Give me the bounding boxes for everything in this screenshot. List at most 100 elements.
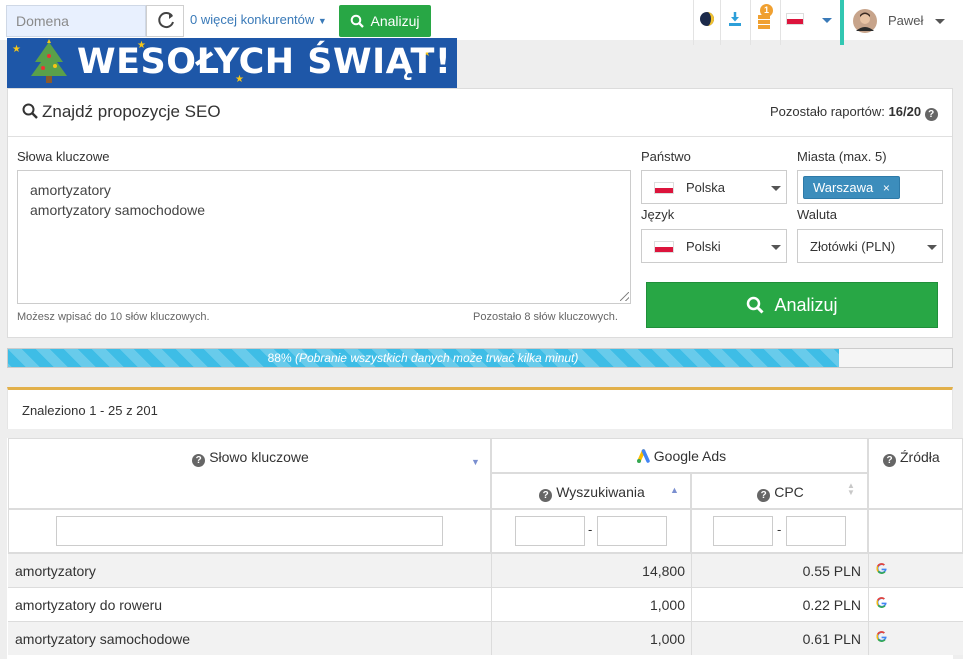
city-tag-label: Warszawa [813,180,874,195]
search-icon [747,296,765,314]
divider [693,0,694,45]
help-icon[interactable]: ? [883,454,896,467]
cpc-min-input[interactable] [713,516,773,546]
google-ads-header: Google Ads [491,438,868,473]
panel-title: Znajdź propozycje SEO [42,102,221,121]
search-icon [22,103,38,122]
google-ads-header-text: Google Ads [492,448,869,464]
caret-down-icon [822,18,832,23]
domain-input[interactable]: Domena [6,5,146,37]
keywords-remaining: Pozostało 8 słów kluczowych. [473,311,618,323]
refresh-button[interactable] [146,5,184,37]
remaining-label: Pozostało raportów: [770,104,885,119]
remaining-reports: Pozostało raportów: 16/20 ? [770,104,942,121]
flag-pl-icon [654,241,674,253]
currency-value: Złotówki (PLN) [810,239,896,254]
google-ads-icon [636,449,650,463]
keyword-cell: amortyzatory do roweru [15,597,163,613]
competitors-dropdown[interactable]: 0 więcej konkurentów ▼ [190,12,327,27]
language-select[interactable]: Polski [641,229,787,263]
column-divider [691,587,692,621]
close-icon[interactable]: × [883,181,890,195]
analyze-label: Analizuj [774,294,838,315]
cpc-header[interactable]: ? CPC ▲ ▼ [691,473,868,509]
google-icon[interactable] [875,630,888,646]
google-icon[interactable] [875,596,888,612]
country-label: Państwo [641,149,691,164]
caret-down-icon [771,245,781,250]
download-icon [729,12,741,26]
column-divider [691,621,692,655]
language-switch[interactable] [786,13,832,28]
google-icon[interactable] [875,562,888,578]
user-name[interactable]: Paweł [888,13,923,28]
analyze-top-label: Analizuj [370,13,420,29]
column-divider [868,553,869,587]
analyze-button[interactable]: Analizuj [646,282,938,328]
divider [780,0,781,45]
analyze-top-button[interactable]: Analizuj [339,5,431,37]
notification-badge: 1 [760,4,773,17]
avatar-icon [853,9,877,33]
city-tag[interactable]: Warszawa × [803,176,900,199]
keywords-hint: Możesz wpisać do 10 słów kluczowych. [17,311,210,323]
avatar[interactable] [853,9,877,36]
searches-cell: 1,000 [649,597,685,613]
google-ads-label: Google Ads [653,448,727,464]
accent-bar [840,0,844,45]
keyword-header-text: ? Słowo kluczowe [9,449,492,467]
divider [8,136,952,137]
keyword-header[interactable]: ? Słowo kluczowe ▼ [8,438,491,509]
help-icon[interactable]: ? [539,489,553,502]
country-value: Polska [686,180,726,195]
help-icon[interactable]: ? [924,108,938,121]
keyword-cell: amortyzatory [15,563,96,579]
keyword-filter-input[interactable] [56,516,443,546]
moon-icon [700,12,714,26]
progress-text: 88% (Pobranie wszystkich danych może trw… [8,351,838,365]
caret-down-icon[interactable] [935,19,945,24]
searches-cell: 14,800 [642,563,685,579]
notifications-button[interactable]: 1 [757,4,777,29]
language-value: Polski [686,239,721,254]
holiday-banner: ★ ★ ★ ★ WESOŁYCH ŚWIĄT! [7,38,457,88]
searches-header[interactable]: ? Wyszukiwania ▲ [491,473,691,509]
searches-min-input[interactable] [515,516,585,546]
currency-select[interactable]: Złotówki (PLN) [797,229,943,263]
theme-toggle[interactable] [699,11,715,30]
divider [750,0,751,45]
keywords-textarea[interactable]: amortyzatory amortyzatory samochodowe [17,170,631,304]
country-select[interactable]: Polska [641,170,787,204]
caret-down-icon: ▼ [317,16,327,26]
sources-header-label: Źródła [900,449,940,465]
search-icon [351,14,365,28]
flag-pl-icon [654,182,674,194]
sources-header: ? Źródła [868,438,963,509]
sort-desc-icon[interactable]: ▼ [471,457,480,467]
sort-icon[interactable]: ▲ ▼ [847,482,855,497]
searches-cell: 1,000 [649,631,685,647]
resize-handle-icon[interactable] [620,292,629,301]
divider [720,0,721,45]
sources-header-text: ? Źródła [883,449,940,467]
help-icon[interactable]: ? [757,489,771,502]
cities-label: Miasta (max. 5) [797,149,887,164]
column-divider [691,553,692,587]
results-count: Znaleziono 1 - 25 z 201 [22,403,158,418]
download-button[interactable] [728,11,742,30]
column-divider [491,587,492,621]
flag-pl-icon [786,13,804,25]
progress-percent: 88% [267,351,295,365]
sources-filter-cell [868,509,963,553]
cpc-cell: 0.22 PLN [802,597,861,613]
currency-label: Waluta [797,207,837,222]
cpc-header-label: CPC [774,484,804,500]
sort-asc-icon[interactable]: ▲ [670,485,679,495]
searches-max-input[interactable] [597,516,667,546]
cpc-max-input[interactable] [786,516,846,546]
remaining-value: 16/20 [888,104,922,119]
range-separator: - [588,522,593,537]
help-icon[interactable]: ? [192,454,206,467]
star-icon: ★ [12,44,21,55]
searches-header-label: Wyszukiwania [556,484,645,500]
